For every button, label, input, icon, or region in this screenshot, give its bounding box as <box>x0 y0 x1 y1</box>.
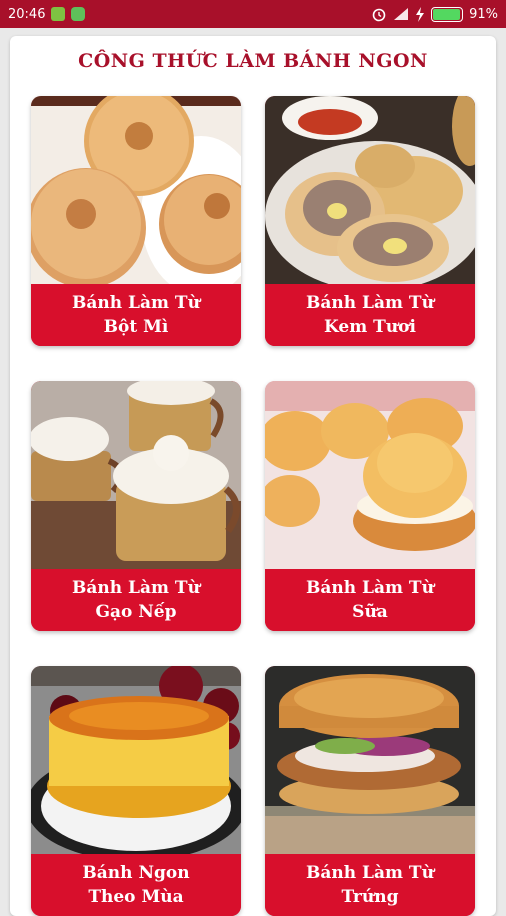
status-time: 20:46 <box>8 6 46 22</box>
category-label-line1: Bánh Làm Từ <box>72 293 200 313</box>
category-label-line2: Sữa <box>352 602 388 622</box>
category-label-line2: Trứng <box>341 887 399 907</box>
category-label-line2: Theo Mùa <box>88 887 184 907</box>
battery-percent: 91% <box>469 6 498 22</box>
category-label: Bánh Làm Từ Trứng <box>265 854 475 916</box>
flan-image <box>31 666 241 854</box>
category-label-line1: Bánh Ngon <box>82 863 190 883</box>
category-tile-trung[interactable]: Bánh Làm Từ Trứng <box>265 666 475 916</box>
category-tile-theo-mua[interactable]: Bánh Ngon Theo Mùa <box>31 666 241 916</box>
category-label: Bánh Làm Từ Sữa <box>265 569 475 631</box>
category-label: Bánh Làm Từ Gạo Nếp <box>31 569 241 631</box>
category-label-line2: Kem Tươi <box>324 317 416 337</box>
category-tile-sua[interactable]: Bánh Làm Từ Sữa <box>265 381 475 631</box>
alarm-icon <box>372 8 386 22</box>
battery-icon <box>431 6 464 22</box>
category-label-line1: Bánh Làm Từ <box>306 293 434 313</box>
charging-icon <box>416 6 425 22</box>
main-card: CÔNG THỨC LÀM BÁNH NGON Bánh Làm Từ Bột … <box>10 36 496 916</box>
notification-icon <box>71 7 86 21</box>
donut-image <box>31 96 241 284</box>
status-bar: 20:46 91% <box>0 0 506 28</box>
category-label: Bánh Ngon Theo Mùa <box>31 854 241 916</box>
category-tile-bot-mi[interactable]: Bánh Làm Từ Bột Mì <box>31 96 241 346</box>
category-label-line1: Bánh Làm Từ <box>306 578 434 598</box>
category-label-line1: Bánh Làm Từ <box>306 863 434 883</box>
category-label: Bánh Làm Từ Bột Mì <box>31 284 241 346</box>
cupcake-image <box>31 381 241 569</box>
category-label-line2: Bột Mì <box>103 317 169 337</box>
signal-icon <box>394 8 409 20</box>
category-label-line1: Bánh Làm Từ <box>72 578 200 598</box>
category-label: Bánh Làm Từ Kem Tươi <box>265 284 475 346</box>
category-label-line2: Gạo Nếp <box>95 602 177 622</box>
page-title: CÔNG THỨC LÀM BÁNH NGON <box>78 50 428 72</box>
sim-icon <box>51 7 66 21</box>
category-tile-gao-nep[interactable]: Bánh Làm Từ Gạo Nếp <box>31 381 241 631</box>
cream-puff-image <box>265 381 475 569</box>
category-tile-kem-tuoi[interactable]: Bánh Làm Từ Kem Tươi <box>265 96 475 346</box>
burger-image <box>265 666 475 854</box>
bun-image <box>265 96 475 284</box>
